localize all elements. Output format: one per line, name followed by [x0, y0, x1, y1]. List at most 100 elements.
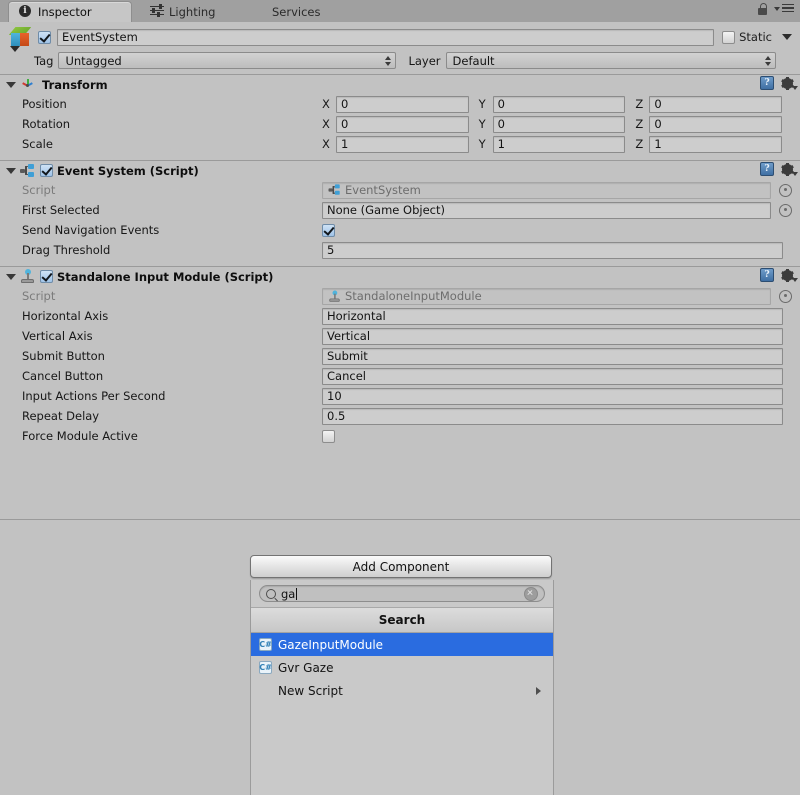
magnifier-icon	[266, 588, 276, 599]
row-script: Script EventSystem	[0, 180, 800, 200]
foldout-arrow-icon[interactable]	[6, 167, 16, 174]
send-navigation-events-checkbox[interactable]	[322, 223, 335, 237]
object-picker-icon[interactable]	[779, 183, 792, 197]
object-picker-icon[interactable]	[779, 203, 792, 217]
component-search-input[interactable]: ga	[259, 585, 545, 602]
component-transform-title: Transform	[42, 77, 108, 92]
gameobject-name-input[interactable]: EventSystem	[57, 28, 715, 46]
search-result-label: New Script	[278, 683, 343, 698]
horizontal-axis-input[interactable]: Horizontal	[322, 307, 783, 325]
search-results-header: Search	[251, 608, 553, 633]
component-event-system-title: Event System (Script)	[57, 163, 199, 178]
script-reference-value: EventSystem	[345, 183, 421, 197]
help-icon[interactable]: ?	[760, 162, 774, 176]
script-reference-value: StandaloneInputModule	[345, 289, 482, 303]
layer-dropdown[interactable]: Default	[445, 52, 776, 69]
static-control: Static	[722, 30, 792, 44]
component-standalone-input-module-title: Standalone Input Module (Script)	[57, 269, 274, 284]
tab-lighting[interactable]: Lighting	[140, 1, 227, 22]
cancel-button-input[interactable]: Cancel	[322, 367, 783, 385]
component-event-system-header[interactable]: Event System (Script) ?	[0, 160, 800, 180]
vertical-axis-input[interactable]: Vertical	[322, 327, 783, 345]
axis-label-y: Y	[478, 117, 486, 131]
component-standalone-input-module: Standalone Input Module (Script) ? Scrip…	[0, 266, 800, 451]
info-icon: i	[19, 5, 33, 19]
row-script-label: Script	[22, 183, 56, 197]
row-input-actions-per-second-label: Input Actions Per Second	[22, 389, 166, 403]
submit-button-input[interactable]: Submit	[322, 347, 783, 365]
force-module-active-checkbox[interactable]	[322, 429, 335, 443]
rotation-y-input[interactable]: 0	[492, 115, 626, 133]
static-dropdown-caret-icon[interactable]	[782, 34, 792, 40]
search-result-label: GazeInputModule	[278, 637, 384, 652]
component-event-system-enabled-checkbox[interactable]	[40, 164, 53, 177]
row-horizontal-axis-label: Horizontal Axis	[22, 309, 109, 323]
tag-dropdown[interactable]: Untagged	[58, 52, 397, 69]
row-rotation-label: Rotation	[22, 117, 71, 131]
component-header-actions: ?	[760, 76, 798, 90]
object-picker-icon[interactable]	[779, 289, 792, 303]
sliders-icon	[150, 3, 164, 19]
row-position: Position X 0 Y 0 Z 0	[0, 94, 800, 114]
row-position-label: Position	[22, 97, 67, 111]
gameobject-cube-icon[interactable]	[10, 26, 32, 52]
add-component-area: Add Component ga Search C# GazeInputModu…	[0, 519, 800, 795]
clear-search-icon[interactable]	[524, 586, 538, 601]
gameobject-enabled-checkbox[interactable]	[38, 30, 51, 44]
foldout-arrow-icon[interactable]	[6, 273, 16, 280]
repeat-delay-input[interactable]: 0.5	[322, 407, 783, 425]
axis-label-z: Z	[635, 97, 644, 111]
text-caret	[296, 587, 298, 600]
rotation-z-input[interactable]: 0	[649, 115, 783, 133]
foldout-arrow-icon[interactable]	[6, 81, 16, 88]
row-send-navigation-events-label: Send Navigation Events	[22, 223, 160, 237]
gear-icon[interactable]	[781, 268, 798, 282]
axis-label-y: Y	[478, 137, 486, 151]
row-script-label: Script	[22, 289, 56, 303]
component-standalone-input-module-enabled-checkbox[interactable]	[40, 270, 53, 283]
component-header-actions: ?	[760, 268, 798, 282]
row-vertical-axis: Vertical Axis Vertical	[0, 326, 800, 346]
tab-lighting-label: Lighting	[169, 4, 216, 19]
tab-inspector[interactable]: i Inspector	[8, 1, 132, 22]
help-icon[interactable]: ?	[760, 76, 774, 90]
hamburger-menu-icon[interactable]	[774, 3, 794, 15]
script-reference-field: EventSystem	[322, 181, 771, 199]
search-result-gvr-gaze[interactable]: C# Gvr Gaze	[251, 656, 553, 679]
component-header-actions: ?	[760, 162, 798, 176]
component-standalone-input-module-header[interactable]: Standalone Input Module (Script) ?	[0, 266, 800, 286]
tab-services[interactable]: Services	[262, 1, 333, 22]
scale-x-input[interactable]: 1	[336, 135, 469, 153]
row-repeat-delay: Repeat Delay 0.5	[0, 406, 800, 426]
scale-y-input[interactable]: 1	[492, 135, 626, 153]
gear-icon[interactable]	[781, 162, 798, 176]
tag-layer-row: Tag Untagged Layer Default	[6, 51, 794, 70]
search-result-new-script[interactable]: New Script	[251, 679, 553, 702]
add-component-button[interactable]: Add Component	[250, 555, 552, 578]
row-send-navigation-events: Send Navigation Events	[0, 220, 800, 240]
gear-icon[interactable]	[781, 76, 798, 90]
input-actions-per-second-input[interactable]: 10	[322, 387, 783, 405]
row-submit-button-label: Submit Button	[22, 349, 105, 363]
axis-label-x: X	[322, 117, 330, 131]
rotation-x-input[interactable]: 0	[336, 115, 469, 133]
row-script: Script StandaloneInputModule	[0, 286, 800, 306]
component-transform-header[interactable]: Transform ?	[0, 74, 800, 94]
drag-threshold-input[interactable]: 5	[322, 241, 783, 259]
static-checkbox[interactable]	[722, 30, 736, 44]
position-y-input[interactable]: 0	[492, 95, 626, 113]
row-cancel-button: Cancel Button Cancel	[0, 366, 800, 386]
row-drag-threshold-label: Drag Threshold	[22, 243, 111, 257]
row-submit-button: Submit Button Submit	[0, 346, 800, 366]
search-result-gazeinputmodule[interactable]: C# GazeInputModule	[251, 633, 553, 656]
help-icon[interactable]: ?	[760, 268, 774, 282]
layer-label: Layer	[408, 53, 441, 68]
row-horizontal-axis: Horizontal Axis Horizontal	[0, 306, 800, 326]
lock-icon[interactable]	[758, 3, 768, 15]
scale-z-input[interactable]: 1	[649, 135, 783, 153]
chevron-updown-icon	[764, 55, 771, 66]
position-x-input[interactable]: 0	[336, 95, 469, 113]
gameobject-name-row: EventSystem Static	[6, 26, 794, 52]
first-selected-field[interactable]: None (Game Object)	[322, 201, 771, 219]
position-z-input[interactable]: 0	[649, 95, 783, 113]
